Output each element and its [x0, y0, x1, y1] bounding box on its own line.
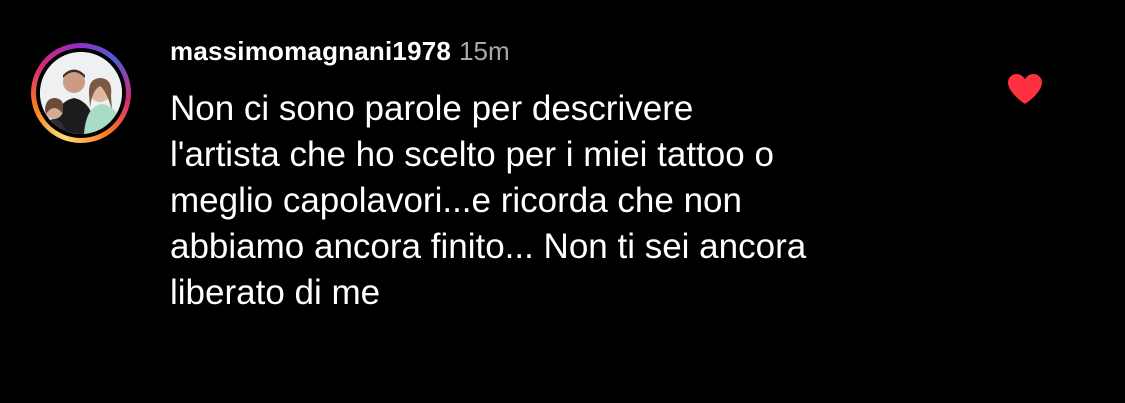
comment-header: massimomagnani1978 15m: [170, 36, 510, 70]
comment-text-line: liberato di me: [170, 273, 381, 312]
avatar[interactable]: [40, 52, 122, 134]
comment-timestamp: 15m: [459, 36, 510, 66]
like-button[interactable]: [1006, 72, 1044, 106]
comment-text: Non ci sono parole per descrivere l'arti…: [170, 86, 960, 316]
story-ring[interactable]: [31, 43, 131, 143]
username-link[interactable]: massimomagnani1978: [170, 36, 451, 66]
comment-text-line: abbiamo ancora finito... Non ti sei anco…: [170, 227, 807, 266]
comment-text-line: l'artista che ho scelto per i miei tatto…: [170, 135, 774, 174]
heart-filled-icon: [1008, 74, 1042, 104]
comment-item: massimomagnani1978 15m Non ci sono parole…: [0, 0, 1125, 403]
profile-photo-icon: [40, 52, 122, 134]
comment-text-line: meglio capolavori...e ricorda che non: [170, 181, 742, 220]
comment-text-line: Non ci sono parole per descrivere: [170, 89, 694, 128]
